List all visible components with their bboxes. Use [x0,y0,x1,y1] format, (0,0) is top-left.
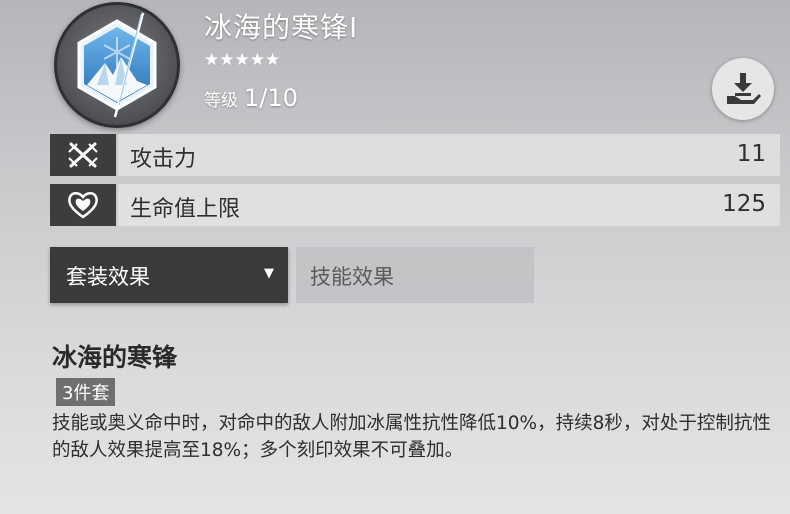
ice-crystal-emblem-icon [77,12,157,118]
stat-name: 生命值上限 [130,197,241,222]
stat-row-hp: 生命值上限 125 [50,184,780,226]
tab-skill-effect[interactable]: 技能效果 [296,247,534,303]
crossed-swords-icon [68,142,98,168]
stat-value: 11 [736,141,766,167]
heart-shield-icon [68,192,98,219]
item-emblem [54,2,180,128]
item-title: 冰海的寒锋I [204,11,359,44]
stat-icon-box [50,134,116,176]
level-label: 等级 [204,91,238,111]
set-effect-description: 技能或奥义命中时，对命中的敌人附加冰属性抗性降低10%，持续8秒，对处于控制抗性… [52,413,771,461]
set-name: 冰海的寒锋 [52,343,178,372]
download-button[interactable] [712,58,774,120]
stat-value: 125 [722,191,766,217]
chevron-down-icon: ▼ [264,266,274,281]
level-row: 等级 1/10 [204,84,298,112]
tab-label: 技能效果 [310,265,394,289]
set-piece-badge: 3件套 [56,378,116,406]
stat-row-attack: 攻击力 11 [50,134,780,176]
download-hand-icon [727,73,761,104]
stat-bar [118,134,780,176]
stat-icon-box [50,184,116,226]
star-rating: ★★★★★ [204,50,281,70]
level-value: 1/10 [244,84,298,112]
tab-set-effect[interactable]: 套装效果 ▼ [50,247,288,303]
stat-name: 攻击力 [130,147,197,172]
tab-label: 套装效果 [66,265,150,289]
